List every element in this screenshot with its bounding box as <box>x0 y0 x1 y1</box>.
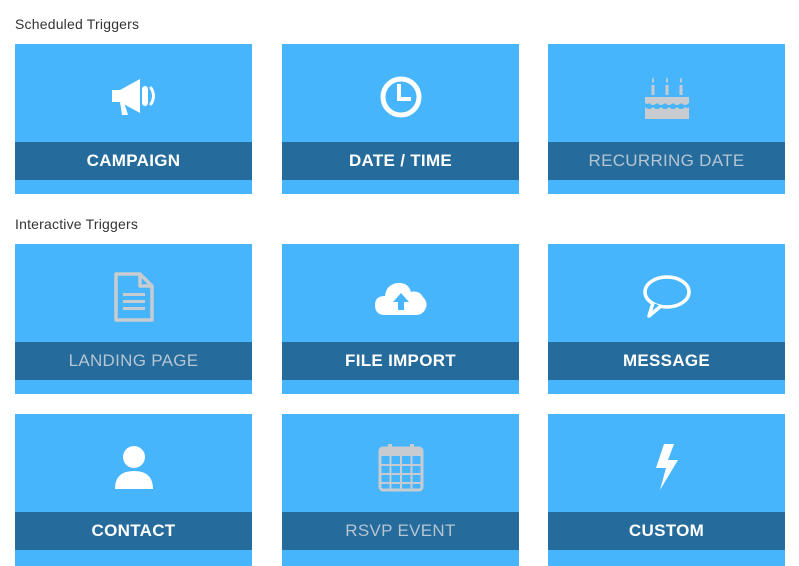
trigger-label: LANDING PAGE <box>68 351 199 370</box>
trigger-label: CONTACT <box>91 521 176 540</box>
trigger-label: CUSTOM <box>628 521 705 540</box>
user-icon <box>106 439 162 495</box>
trigger-label: MESSAGE <box>622 351 711 370</box>
trigger-tile-landing-page[interactable]: LANDING PAGE <box>15 244 252 394</box>
trigger-tile-campaign[interactable]: CAMPAIGN <box>15 44 252 194</box>
section-title-scheduled-triggers: Scheduled Triggers <box>15 16 140 32</box>
birthday-cake-icon <box>639 69 695 125</box>
trigger-label-bar: CONTACT <box>15 512 252 550</box>
trigger-label: RSVP EVENT <box>345 521 456 540</box>
cloud-upload-icon <box>373 269 429 325</box>
clock-icon <box>373 69 429 125</box>
trigger-label-bar: CAMPAIGN <box>15 142 252 180</box>
trigger-tile-recurring-date[interactable]: RECURRING DATE <box>548 44 785 194</box>
trigger-label-bar: RSVP EVENT <box>282 512 519 550</box>
speech-bubble-icon <box>639 269 695 325</box>
trigger-label: FILE IMPORT <box>345 351 456 370</box>
section-title-interactive-triggers: Interactive Triggers <box>15 216 139 232</box>
trigger-tile-date-time[interactable]: DATE / TIME <box>282 44 519 194</box>
trigger-tile-file-import[interactable]: FILE IMPORT <box>282 244 519 394</box>
trigger-tile-rsvp-event[interactable]: RSVP EVENT <box>282 414 519 566</box>
trigger-tile-custom[interactable]: CUSTOM <box>548 414 785 566</box>
trigger-tile-message[interactable]: MESSAGE <box>548 244 785 394</box>
trigger-label: CAMPAIGN <box>86 151 181 170</box>
trigger-label: RECURRING DATE <box>588 151 745 170</box>
trigger-label-bar: LANDING PAGE <box>15 342 252 380</box>
trigger-tile-contact[interactable]: CONTACT <box>15 414 252 566</box>
megaphone-icon <box>106 69 162 125</box>
trigger-label-bar: DATE / TIME <box>282 142 519 180</box>
trigger-label-bar: RECURRING DATE <box>548 142 785 180</box>
trigger-label: DATE / TIME <box>348 151 453 170</box>
calendar-icon <box>373 439 429 495</box>
trigger-label-bar: FILE IMPORT <box>282 342 519 380</box>
trigger-label-bar: MESSAGE <box>548 342 785 380</box>
document-icon <box>106 269 162 325</box>
lightning-bolt-icon <box>639 439 695 495</box>
trigger-label-bar: CUSTOM <box>548 512 785 550</box>
